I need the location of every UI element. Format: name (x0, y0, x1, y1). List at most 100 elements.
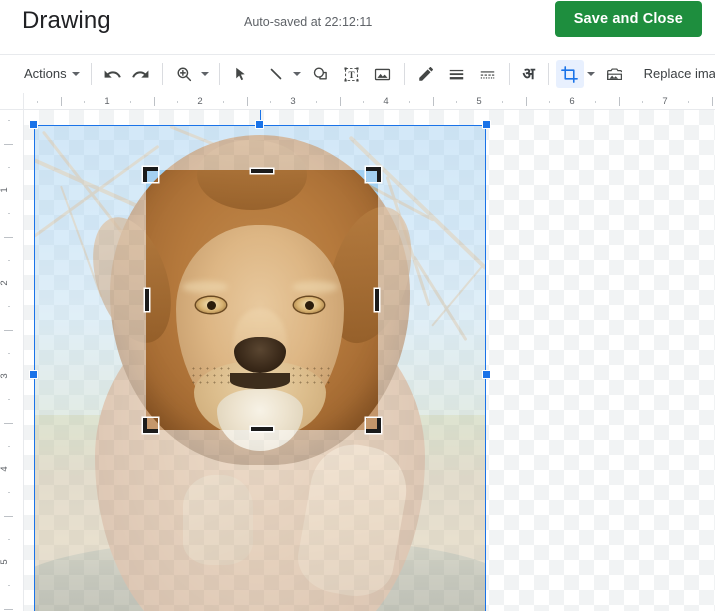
devanagari-a-icon: अ (522, 64, 535, 83)
ruler-h-tick (409, 101, 411, 103)
chevron-down-icon (71, 72, 80, 76)
image-icon (375, 68, 391, 80)
selection-handle-middle-right[interactable] (482, 370, 491, 379)
toolbar-divider (403, 63, 405, 85)
ruler-h-label: 3 (290, 96, 296, 107)
line-tool-dropdown[interactable] (290, 60, 304, 88)
ruler-v-tick (8, 399, 10, 401)
ruler-v-label: 2 (0, 280, 11, 286)
ruler-h-tick (455, 101, 457, 103)
text-box-tool-button[interactable]: T (338, 60, 366, 88)
ruler-v-tick (8, 259, 10, 261)
select-tool-button[interactable] (227, 60, 255, 88)
photo-lion-brow (292, 281, 338, 293)
photo-lion-eye (196, 297, 226, 313)
ruler-v-tick (8, 166, 10, 168)
selection-handle-top-left[interactable] (29, 120, 38, 129)
zoom-tool-button[interactable] (170, 60, 198, 88)
border-weight-icon (449, 69, 464, 79)
border-dash-tool-button[interactable] (474, 60, 502, 88)
save-and-close-button[interactable]: Save and Close (554, 1, 702, 37)
photo-lion-eye (294, 297, 324, 313)
ruler-h-tick (269, 101, 271, 103)
toolbar-divider (218, 63, 220, 85)
crop-handle-bottom-left[interactable] (143, 418, 158, 433)
vertical-ruler[interactable]: 1 2 3 4 5 (0, 110, 24, 611)
ruler-h-tick (618, 97, 620, 106)
photo-lion-pupil (304, 300, 314, 310)
ruler-corner (0, 93, 24, 110)
ruler-h-tick (711, 97, 713, 106)
zoom-tool-dropdown[interactable] (198, 60, 212, 88)
chevron-down-icon (201, 72, 210, 76)
toolbar-divider (508, 63, 510, 85)
shape-circle-icon (313, 66, 327, 79)
ruler-h-tick (246, 97, 248, 106)
actions-menu-button[interactable]: Actions (16, 60, 84, 88)
selection-handle-middle-left[interactable] (29, 370, 38, 379)
ruler-h-tick (548, 101, 550, 103)
ruler-v-tick (8, 585, 10, 587)
ruler-h-tick (339, 97, 341, 106)
crop-handle-bottom-right[interactable] (366, 418, 381, 433)
ruler-h-tick (641, 101, 643, 103)
mask-image-tool-button[interactable] (601, 60, 629, 88)
chevron-down-icon (293, 72, 302, 76)
ruler-h-tick (37, 101, 39, 103)
ruler-h-tick (432, 97, 434, 106)
crop-handle-top-left[interactable] (143, 167, 158, 182)
selection-handle-top-right[interactable] (482, 120, 491, 129)
redo-icon (132, 70, 149, 78)
ruler-h-tick (153, 97, 155, 106)
ruler-v-tick (8, 213, 10, 215)
ruler-v-tick (8, 445, 10, 447)
lion-photo-cropped (146, 170, 378, 430)
autosave-status: Auto-saved at 22:12:11 (244, 15, 373, 29)
undo-button[interactable] (99, 60, 127, 88)
ruler-v-tick (4, 608, 13, 610)
horizontal-ruler[interactable]: 1 2 3 4 5 6 7 (24, 93, 715, 110)
photo-lion-whiskers (190, 365, 230, 387)
ruler-h-tick (83, 101, 85, 103)
photo-lion-face (176, 225, 344, 430)
crop-handle-top-right[interactable] (366, 167, 381, 182)
lion-image-object[interactable] (29, 110, 491, 611)
crop-tool-button[interactable] (555, 60, 584, 88)
pencil-icon (418, 67, 433, 81)
toolbar-divider (547, 63, 549, 85)
ruler-h-label: 1 (104, 96, 110, 107)
ruler-v-tick (4, 422, 13, 424)
redo-button[interactable] (127, 60, 155, 88)
crop-tool-dropdown[interactable] (584, 60, 598, 88)
drawing-canvas[interactable] (24, 110, 715, 611)
crop-handle-middle-right[interactable] (375, 289, 379, 311)
ruler-h-label: 7 (662, 96, 668, 107)
ruler-v-tick (4, 515, 13, 517)
ruler-v-tick (4, 236, 13, 238)
ruler-v-tick (4, 329, 13, 331)
insert-image-tool-button[interactable] (369, 60, 397, 88)
line-tool-button[interactable] (262, 60, 290, 88)
selection-handle-top-center[interactable] (255, 120, 264, 129)
ruler-v-tick (8, 352, 10, 354)
ruler-v-tick (8, 492, 10, 494)
photo-lion-paw (183, 475, 254, 565)
shape-tool-button[interactable] (307, 60, 335, 88)
photo-lion-mouth (230, 373, 290, 389)
ruler-v-tick (8, 120, 10, 122)
ruler-v-label: 5 (0, 559, 11, 565)
ruler-h-label: 2 (197, 96, 203, 107)
transliterate-tool-button[interactable]: अ (517, 60, 541, 88)
actions-menu-label: Actions (24, 66, 67, 81)
ruler-h-tick (316, 101, 318, 103)
crop-handle-bottom-center[interactable] (251, 427, 273, 431)
crop-handle-middle-left[interactable] (145, 289, 149, 311)
ruler-v-tick (4, 143, 13, 145)
fill-color-tool-button[interactable] (412, 60, 440, 88)
ruler-h-tick (688, 101, 690, 103)
replace-image-button[interactable]: Replace image (636, 60, 715, 88)
crop-rectangle[interactable] (143, 167, 381, 433)
toolbar-divider (90, 63, 92, 85)
crop-handle-top-center[interactable] (251, 169, 273, 173)
border-weight-tool-button[interactable] (443, 60, 471, 88)
